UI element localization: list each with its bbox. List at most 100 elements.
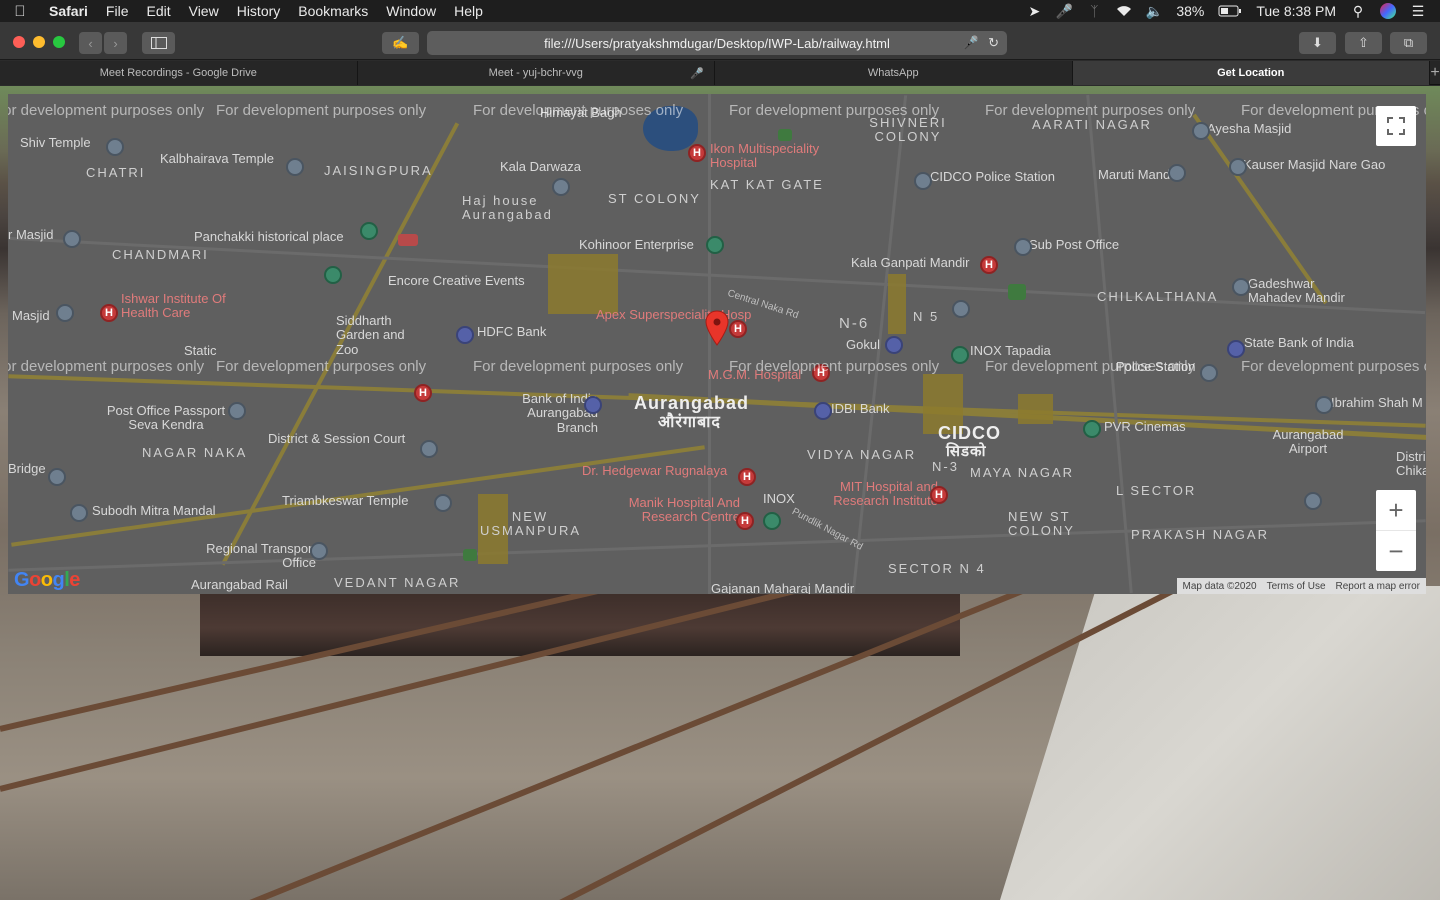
map-label-chatri: CHATRI [86,165,146,180]
notification-center-icon[interactable]: ☰ [1410,3,1426,19]
menu-file[interactable]: File [97,0,138,22]
map-label-kalbhairava: Kalbhairava Temple [160,151,274,166]
fullscreen-button[interactable] [1376,106,1416,146]
hospital-marker-icon[interactable]: H [736,512,754,530]
temple-marker-icon[interactable] [286,158,304,176]
map-label-st-colony: ST COLONY [608,191,701,206]
map-label-hedgewar: Dr. Hedgewar Rugnalaya [582,463,728,478]
map-watermark: For development purposes only [985,358,1196,375]
map-label-static: Static [184,343,217,358]
tab-whatsapp[interactable]: WhatsApp [715,61,1073,85]
back-button[interactable]: ‹ [79,32,102,54]
bank-marker-icon[interactable] [814,402,832,420]
cinema-marker-icon[interactable] [763,512,781,530]
hospital-marker-icon[interactable]: H [738,468,756,486]
mosque-marker-icon[interactable] [63,230,81,248]
reader-accessibility-icon[interactable]: ✍ [382,32,419,54]
cinema-marker-icon[interactable] [1083,420,1101,438]
report-map-error-link[interactable]: Report a map error [1336,581,1420,592]
menu-help[interactable]: Help [445,0,492,22]
police-marker-icon[interactable] [1200,364,1218,382]
microphone-recording-icon[interactable]: 🎤 [963,35,979,51]
location-arrow-icon[interactable]: ➤ [1026,3,1042,19]
volume-icon[interactable]: 🔈 [1146,3,1163,19]
map-watermark: For development purposes only [473,102,684,119]
cinema-marker-icon[interactable] [951,346,969,364]
close-window-button[interactable] [13,36,25,48]
landmark-marker-icon[interactable] [360,222,378,240]
apple-menu-icon[interactable]:  [0,3,40,20]
mosque-marker-icon[interactable] [1192,122,1210,140]
landmark-marker-icon[interactable] [706,236,724,254]
menu-window[interactable]: Window [377,0,445,22]
terms-of-use-link[interactable]: Terms of Use [1267,581,1326,592]
government-marker-icon[interactable] [310,542,328,560]
share-icon[interactable]: ⇧ [1345,32,1382,54]
spotlight-search-icon[interactable]: ⚲ [1350,3,1366,19]
police-marker-icon[interactable] [914,172,932,190]
bank-marker-icon[interactable] [584,396,602,414]
reload-icon[interactable]: ↻ [988,35,999,51]
temple-marker-icon[interactable] [70,504,88,522]
sidebar-toggle-icon[interactable] [142,32,175,54]
battery-icon[interactable] [1218,3,1242,19]
courthouse-marker-icon[interactable] [420,440,438,458]
siri-icon[interactable] [1380,3,1396,19]
minimize-window-button[interactable] [33,36,45,48]
bank-marker-icon[interactable] [1227,340,1245,358]
mosque-marker-icon[interactable] [56,304,74,322]
zoom-in-button[interactable]: + [1376,490,1416,530]
map-label-jaisingpura: JAISINGPURA [324,163,433,178]
zoom-window-button[interactable] [53,36,65,48]
menu-history[interactable]: History [228,0,290,22]
new-tab-button[interactable]: + [1430,61,1440,84]
post-office-marker-icon[interactable] [228,402,246,420]
map-label-pvr-cinemas: PVR Cinemas [1104,419,1186,434]
airport-marker-icon[interactable] [1304,492,1322,510]
bridge-marker-icon[interactable] [48,468,66,486]
mosque-marker-icon[interactable] [1315,396,1333,414]
tab-get-location[interactable]: Get Location [1072,61,1430,85]
temple-marker-icon[interactable] [434,494,452,512]
forward-button[interactable]: › [104,32,127,54]
bank-marker-icon[interactable] [456,326,474,344]
map-label-gokul: Gokul [846,337,880,352]
tab-meet-recordings[interactable]: Meet Recordings - Google Drive [0,61,358,85]
camera-marker-icon[interactable] [552,178,570,196]
downloads-icon[interactable]: ⬇ [1299,32,1336,54]
temple-marker-icon[interactable] [952,300,970,318]
hospital-marker-icon[interactable]: H [414,384,432,402]
google-logo[interactable]: Google [14,569,80,592]
map-label-rto: Regional Transport Office [206,541,316,571]
hospital-marker-icon[interactable]: H [100,304,118,322]
tab-overview-icon[interactable]: ⧉ [1390,32,1427,54]
menu-clock[interactable]: Tue 8:38 PM [1256,3,1336,19]
menu-app-safari[interactable]: Safari [40,0,97,22]
mosque-marker-icon[interactable] [1229,158,1247,176]
bank-marker-icon[interactable] [885,336,903,354]
menu-edit[interactable]: Edit [137,0,179,22]
hospital-marker-icon[interactable]: H [930,486,948,504]
map-label-shivneri: SHIVNERI COLONY [869,115,947,145]
tab-meet[interactable]: Meet - yuj-bchr-vvg 🎤 [357,61,715,85]
hospital-marker-icon[interactable]: H [980,256,998,274]
map-label-mit-hospital: MIT Hospital and Research Institute [833,479,938,509]
bluetooth-icon[interactable]: ᛉ [1086,3,1102,19]
temple-marker-icon[interactable] [1232,278,1250,296]
menu-view[interactable]: View [180,0,228,22]
hospital-marker-icon[interactable]: H [688,144,706,162]
wifi-icon[interactable] [1116,3,1132,19]
microphone-icon[interactable]: 🎤 [1056,3,1073,19]
zoom-out-button[interactable]: − [1376,531,1416,571]
post-office-marker-icon[interactable] [1014,238,1032,256]
temple-marker-icon[interactable] [1168,164,1186,182]
address-bar[interactable]: file:///Users/pratyakshmdugar/Desktop/IW… [427,31,1007,55]
map-label-idbi-bank: IDBI Bank [831,401,890,416]
tab-label: Meet Recordings - Google Drive [99,67,257,79]
park-marker-icon[interactable] [324,266,342,284]
temple-marker-icon[interactable] [106,138,124,156]
google-map[interactable]: Aurangabad औरंगाबाद CIDCO सिडको N-6 N 5 … [8,94,1426,594]
location-pin-icon[interactable] [705,310,729,346]
hospital-marker-icon[interactable]: H [729,320,747,338]
menu-bookmarks[interactable]: Bookmarks [289,0,377,22]
